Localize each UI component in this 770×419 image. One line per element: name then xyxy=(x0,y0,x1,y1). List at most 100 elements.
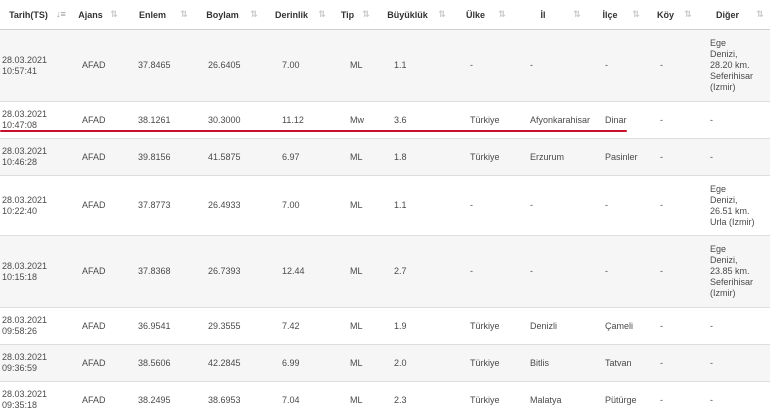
cell-type: Mw xyxy=(332,101,376,139)
col-header-label: Enlem xyxy=(138,9,166,20)
cell-date: 28.03.2021 10:15:18 xyxy=(0,235,70,308)
sort-desc-icon: ↓≡ xyxy=(56,9,66,19)
cell-depth: 7.04 xyxy=(264,381,332,419)
cell-latitude: 38.1261 xyxy=(124,101,194,139)
sort-icon: ⇅ xyxy=(684,9,692,19)
time-line: 10:57:41 xyxy=(2,65,38,76)
other-line: - xyxy=(710,320,713,331)
col-header-label: Köy xyxy=(656,9,674,20)
other-line: - xyxy=(710,151,713,162)
cell-other: - xyxy=(698,138,770,176)
col-header-other[interactable]: Diğer ⇅ xyxy=(698,0,770,30)
cell-magnitude: 1.1 xyxy=(376,175,452,236)
cell-agency: AFAD xyxy=(70,344,124,382)
cell-other: - xyxy=(698,101,770,139)
time-line: 09:36:59 xyxy=(2,363,38,373)
col-header-province[interactable]: İl ⇅ xyxy=(512,0,587,30)
table-row: 28.03.2021 10:15:18 AFAD 37.8368 26.7393 12.4… xyxy=(0,235,770,308)
col-header-label: Tarih(TS) xyxy=(9,9,48,20)
date-line: 28.03.2021 xyxy=(2,352,48,362)
sort-icon: ⇅ xyxy=(362,9,370,19)
col-header-label: Tip xyxy=(340,9,355,20)
cell-province: - xyxy=(512,29,587,102)
cell-longitude: 26.4933 xyxy=(194,175,264,236)
col-header-label: İlçe xyxy=(602,9,618,20)
sort-icon: ⇅ xyxy=(632,9,640,19)
cell-country: Türkiye xyxy=(452,344,512,382)
cell-district: - xyxy=(587,235,646,308)
table-body: 28.03.2021 10:57:41 AFAD 37.8465 26.6405 7.00… xyxy=(0,29,770,419)
cell-depth: 6.97 xyxy=(264,138,332,176)
col-header-latitude[interactable]: Enlem ⇅ xyxy=(124,0,194,30)
cell-date: 28.03.2021 10:22:40 xyxy=(0,175,70,236)
table-row: 28.03.2021 09:36:59 AFAD 38.5606 42.2845 6.99… xyxy=(0,344,770,382)
other-line: Seferihisar xyxy=(710,277,754,287)
other-line: Ege xyxy=(710,244,727,254)
cell-province: - xyxy=(512,175,587,236)
cell-type: ML xyxy=(332,29,376,102)
cell-country: - xyxy=(452,29,512,102)
cell-date: 28.03.2021 09:35:18 xyxy=(0,381,70,419)
cell-agency: AFAD xyxy=(70,381,124,419)
other-line: Ege xyxy=(710,38,727,48)
other-line: - xyxy=(710,394,713,405)
col-header-village[interactable]: Köy ⇅ xyxy=(646,0,698,30)
table-row: 28.03.2021 09:58:26 AFAD 36.9541 29.3555 7.42… xyxy=(0,307,770,345)
cell-latitude: 37.8773 xyxy=(124,175,194,236)
cell-longitude: 30.3000 xyxy=(194,101,264,139)
cell-magnitude: 2.0 xyxy=(376,344,452,382)
cell-type: ML xyxy=(332,235,376,308)
col-header-label: Büyüklük xyxy=(387,9,428,20)
sort-icon: ⇅ xyxy=(756,9,764,19)
cell-longitude: 41.5875 xyxy=(194,138,264,176)
cell-agency: AFAD xyxy=(70,235,124,308)
cell-district: Çameli xyxy=(587,307,646,345)
other-line: Seferihisar xyxy=(710,71,754,81)
col-header-depth[interactable]: Derinlik ⇅ xyxy=(264,0,332,30)
other-line: 28.20 km. xyxy=(710,60,750,70)
col-header-type[interactable]: Tip ⇅ xyxy=(332,0,376,30)
cell-type: ML xyxy=(332,381,376,419)
cell-village: - xyxy=(646,344,698,382)
col-header-country[interactable]: Ülke ⇅ xyxy=(452,0,512,30)
sort-icon: ⇅ xyxy=(250,9,258,19)
red-underline-annotation xyxy=(0,130,627,132)
col-header-agency[interactable]: Ajans ⇅ xyxy=(70,0,124,30)
cell-district: - xyxy=(587,175,646,236)
cell-date: 28.03.2021 09:36:59 xyxy=(0,344,70,382)
col-header-longitude[interactable]: Boylam ⇅ xyxy=(194,0,264,30)
col-header-district[interactable]: İlçe ⇅ xyxy=(587,0,646,30)
cell-latitude: 38.2495 xyxy=(124,381,194,419)
cell-magnitude: 3.6 xyxy=(376,101,452,139)
cell-longitude: 26.6405 xyxy=(194,29,264,102)
cell-country: Türkiye xyxy=(452,101,512,139)
table-row: 28.03.2021 10:57:41 AFAD 37.8465 26.6405 7.00… xyxy=(0,29,770,102)
cell-type: ML xyxy=(332,175,376,236)
cell-depth: 7.00 xyxy=(264,29,332,102)
cell-magnitude: 1.1 xyxy=(376,29,452,102)
time-line: 09:35:18 xyxy=(2,400,38,411)
sort-icon: ⇅ xyxy=(318,9,326,19)
cell-province: Afyonkarahisar xyxy=(512,101,590,139)
cell-date: 28.03.2021 10:46:28 xyxy=(0,138,70,176)
other-line: - xyxy=(710,114,713,125)
cell-village: - xyxy=(646,138,698,176)
col-header-magnitude[interactable]: Büyüklük ⇅ xyxy=(376,0,452,30)
cell-province: Erzurum xyxy=(512,138,587,176)
table-row: 28.03.2021 09:35:18 AFAD 38.2495 38.6953 7.04… xyxy=(0,381,770,419)
other-line: 26.51 km. xyxy=(710,205,750,216)
cell-other: Ege Denizi, 26.51 km. Urla (Izmir) xyxy=(698,175,770,236)
cell-country: Türkiye xyxy=(452,307,512,345)
sort-icon: ⇅ xyxy=(573,9,581,19)
cell-district: Tatvan xyxy=(587,344,646,382)
time-line: 09:58:26 xyxy=(2,326,38,336)
cell-agency: AFAD xyxy=(70,138,124,176)
other-line: 23.85 km. xyxy=(710,266,750,276)
col-header-date[interactable]: Tarih(TS) ↓≡ xyxy=(0,0,70,30)
cell-date: 28.03.2021 10:47:08 xyxy=(0,101,70,139)
cell-other: Ege Denizi, 23.85 km. Seferihisar (Izmir) xyxy=(698,235,770,308)
cell-village: - xyxy=(646,29,698,102)
cell-magnitude: 2.7 xyxy=(376,235,452,308)
col-header-label: Boylam xyxy=(206,9,239,20)
cell-district: Pasinler xyxy=(587,138,646,176)
